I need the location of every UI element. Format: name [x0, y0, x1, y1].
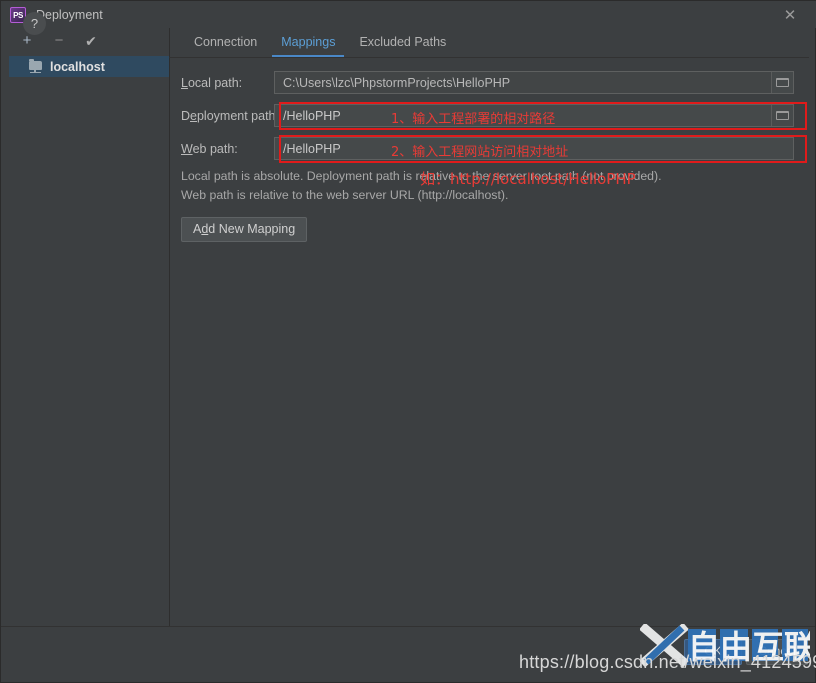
web-path-row: Web path: /HelloPHP [169, 136, 809, 161]
help-line-2: Web path is relative to the web server U… [181, 188, 509, 202]
web-path-label: Web path: [181, 141, 238, 156]
server-list-panel: + − ✔ localhost [9, 28, 170, 628]
folder-icon [776, 78, 789, 87]
web-path-field-wrap: /HelloPHP [274, 137, 794, 160]
add-server-icon[interactable]: + [19, 33, 35, 49]
help-button[interactable]: ? [23, 12, 46, 35]
server-icon [29, 58, 43, 73]
deployment-path-row: Deployment path: /HelloPHP [169, 103, 809, 128]
remove-server-icon[interactable]: − [51, 33, 67, 49]
cancel-button[interactable]: Cancel [746, 639, 808, 665]
deployment-path-browse-button[interactable] [771, 105, 793, 126]
use-as-default-icon[interactable]: ✔ [83, 33, 99, 49]
server-item-label: localhost [50, 59, 105, 74]
local-path-row: Local path: C:\Users\lzc\PhpstormProject… [169, 70, 809, 95]
title-bar: PS Deployment ✕ [1, 1, 816, 28]
ok-button[interactable]: OK [684, 639, 742, 665]
help-line-1: Local path is absolute. Deployment path … [181, 169, 662, 183]
local-path-field-wrap: C:\Users\lzc\PhpstormProjects\HelloPHP [274, 71, 794, 94]
deployment-dialog: PS Deployment ✕ + − ✔ localhost Connecti… [0, 0, 816, 683]
tab-excluded-paths[interactable]: Excluded Paths [347, 28, 458, 57]
window-title: Deployment [36, 7, 103, 22]
deployment-path-field-wrap: /HelloPHP [274, 104, 794, 127]
tab-mappings[interactable]: Mappings [269, 28, 347, 57]
local-path-input[interactable]: C:\Users\lzc\PhpstormProjects\HelloPHP [274, 71, 794, 94]
server-list: localhost [9, 56, 169, 77]
tab-connection[interactable]: Connection [182, 28, 269, 57]
folder-icon [776, 111, 789, 120]
local-path-label: Local path: [181, 75, 243, 90]
server-item-localhost[interactable]: localhost [9, 56, 169, 77]
settings-panel: Connection Mappings Excluded Paths Local… [169, 28, 809, 628]
web-path-input[interactable]: /HelloPHP [274, 137, 794, 160]
local-path-browse-button[interactable] [771, 72, 793, 93]
deployment-path-label: Deployment path: [181, 108, 279, 123]
mappings-form: Local path: C:\Users\lzc\PhpstormProject… [169, 58, 809, 242]
tab-bar: Connection Mappings Excluded Paths [169, 28, 809, 58]
close-icon[interactable]: ✕ [779, 5, 801, 27]
add-new-mapping-button[interactable]: Add New Mapping [181, 217, 308, 242]
deployment-path-input[interactable]: /HelloPHP [274, 104, 794, 127]
